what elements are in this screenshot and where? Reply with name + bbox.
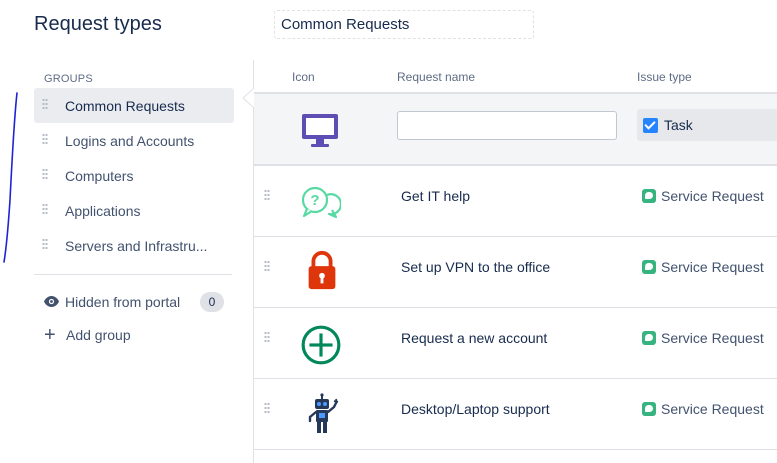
drag-handle-icon[interactable]: [34, 203, 65, 218]
drag-handle-icon[interactable]: [264, 259, 270, 275]
plus-circle-icon: [301, 325, 341, 365]
group-label: Logins and Accounts: [65, 132, 195, 149]
request-name-input[interactable]: [397, 111, 617, 140]
hidden-count-badge: 0: [200, 292, 224, 312]
request-type-row[interactable]: ? Get IT help Service Request: [254, 166, 777, 237]
drag-handle-icon[interactable]: [264, 188, 270, 204]
column-header-request-name: Request name: [397, 70, 476, 84]
padlock-icon: [308, 250, 336, 290]
page-title: Request types: [34, 13, 162, 35]
drag-handle-icon[interactable]: [34, 168, 65, 183]
groups-sidebar: GROUPS Common Requests Logins and Accoun…: [34, 70, 234, 263]
drag-handle-icon[interactable]: [264, 330, 270, 346]
group-label: Servers and Infrastru...: [65, 237, 208, 254]
request-name: Set up VPN to the office: [401, 259, 551, 275]
svg-text:?: ?: [310, 192, 319, 209]
pen-annotation: [3, 92, 18, 263]
request-type-row[interactable]: Desktop/Laptop support Service Request: [254, 379, 777, 450]
hidden-from-portal-label: Hidden from portal: [65, 294, 181, 310]
drag-handle-icon[interactable]: [34, 238, 65, 253]
task-checkbox-icon: [643, 117, 658, 133]
service-request-icon: [642, 331, 656, 345]
group-item-computers[interactable]: Computers: [34, 158, 234, 193]
group-item-common-requests[interactable]: Common Requests: [34, 88, 234, 123]
selection-pointer: [242, 88, 254, 108]
group-item-applications[interactable]: Applications: [34, 193, 234, 228]
hidden-from-portal-item[interactable]: Hidden from portal 0: [44, 291, 224, 313]
issue-type-label: Service Request: [661, 259, 764, 275]
issue-type: Service Request: [642, 330, 764, 346]
request-name: Desktop/Laptop support: [401, 401, 550, 417]
chat-question-icon: ?: [301, 186, 341, 219]
group-item-servers-and-infrastructure[interactable]: Servers and Infrastru...: [34, 228, 234, 263]
table-header: Icon Request name Issue type: [254, 60, 777, 94]
issue-type: Service Request: [642, 259, 764, 275]
sidebar-divider: [34, 274, 232, 275]
service-request-icon: [642, 402, 656, 416]
issue-type-select[interactable]: Task: [637, 109, 777, 141]
robot-icon: [308, 393, 339, 433]
issue-type-label: Service Request: [661, 401, 764, 417]
column-header-issue-type: Issue type: [637, 70, 692, 84]
add-group-button[interactable]: + Add group: [44, 324, 131, 346]
request-type-row[interactable]: Set up VPN to the office Service Request: [254, 237, 777, 308]
group-name-field[interactable]: Common Requests: [274, 10, 534, 39]
drag-handle-icon[interactable]: [34, 133, 65, 148]
issue-type: Service Request: [642, 401, 764, 417]
group-item-logins-and-accounts[interactable]: Logins and Accounts: [34, 123, 234, 158]
request-name: Request a new account: [401, 330, 548, 346]
drag-handle-icon[interactable]: [264, 401, 270, 417]
new-request-type-row: Task: [254, 94, 777, 166]
service-request-icon: [642, 260, 656, 274]
drag-handle-icon[interactable]: [34, 98, 65, 113]
group-label: Common Requests: [65, 97, 185, 114]
service-request-icon: [642, 189, 656, 203]
group-label: Computers: [65, 167, 134, 184]
add-group-label: Add group: [66, 327, 131, 343]
request-name: Get IT help: [401, 188, 471, 204]
column-header-icon: Icon: [292, 70, 315, 84]
groups-heading: GROUPS: [44, 73, 93, 85]
eye-icon: [44, 294, 65, 310]
issue-type-label: Service Request: [661, 188, 764, 204]
plus-icon: +: [44, 324, 56, 346]
request-type-row[interactable]: Request a new account Service Request: [254, 308, 777, 379]
group-label: Applications: [65, 202, 141, 219]
issue-type-value: Task: [664, 117, 693, 133]
monitor-icon[interactable]: [299, 110, 341, 152]
issue-type: Service Request: [642, 188, 764, 204]
issue-type-label: Service Request: [661, 330, 764, 346]
